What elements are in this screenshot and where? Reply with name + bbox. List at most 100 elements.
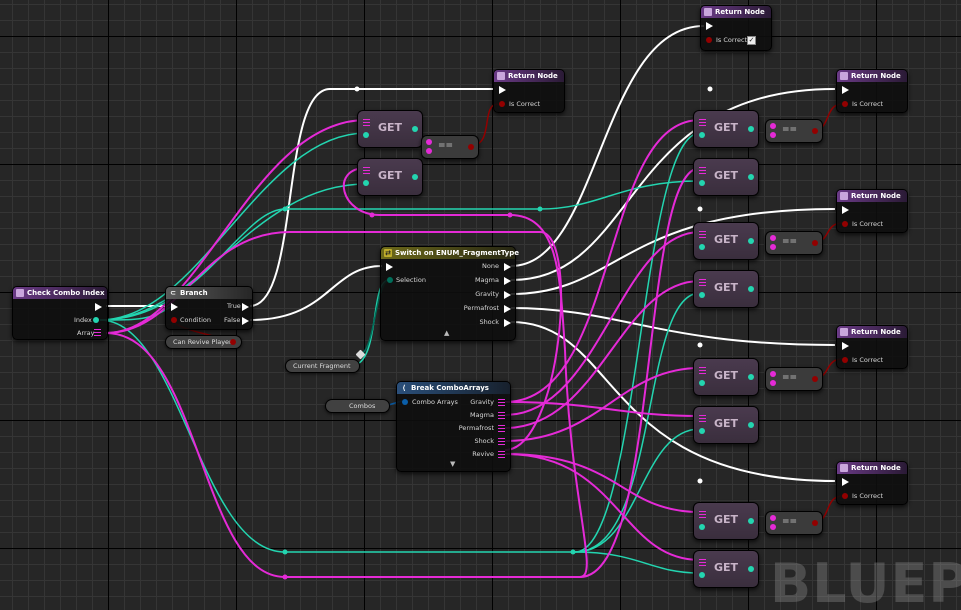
equals-a-pin[interactable]	[770, 515, 776, 521]
return-node[interactable]: Return Node Is Correct ✓	[700, 5, 772, 51]
combo-arrays-pin[interactable]	[402, 399, 408, 405]
get-index-pin[interactable]	[699, 132, 705, 138]
break-out-shock-pin[interactable]	[498, 438, 505, 445]
index-pin[interactable]	[93, 317, 99, 323]
get-output-pin[interactable]	[748, 374, 754, 380]
equals-b-pin[interactable]	[770, 380, 776, 386]
equals-out-pin[interactable]	[812, 240, 818, 246]
get-index-pin[interactable]	[363, 180, 369, 186]
switch-out-none-pin[interactable]	[504, 263, 511, 271]
get-array-pin[interactable]	[363, 167, 370, 174]
return-node[interactable]: Return Node Is Correct	[836, 69, 908, 113]
get-index-pin[interactable]	[699, 180, 705, 186]
combos-variable[interactable]: Combos	[325, 399, 390, 413]
get-array-pin[interactable]	[363, 119, 370, 126]
is-correct-pin[interactable]	[499, 101, 505, 107]
array-get-node[interactable]: GET	[693, 158, 759, 196]
equals-out-pin[interactable]	[812, 376, 818, 382]
array-get-node[interactable]: GET	[693, 550, 759, 588]
is-correct-pin[interactable]	[842, 493, 848, 499]
get-index-pin[interactable]	[699, 244, 705, 250]
equals-a-pin[interactable]	[770, 235, 776, 241]
equals-a-pin[interactable]	[770, 371, 776, 377]
equals-b-pin[interactable]	[770, 132, 776, 138]
equals-out-pin[interactable]	[812, 520, 818, 526]
get-index-pin[interactable]	[699, 524, 705, 530]
equals-out-pin[interactable]	[812, 128, 818, 134]
is-correct-pin[interactable]	[706, 37, 712, 43]
return-node[interactable]: Return Node Is Correct	[836, 189, 908, 233]
blueprint-graph[interactable]: Check Combo Index Index Array ⊂ Branch Co…	[0, 0, 961, 610]
get-array-pin[interactable]	[699, 511, 706, 518]
get-array-pin[interactable]	[699, 367, 706, 374]
get-index-pin[interactable]	[699, 572, 705, 578]
switch-out-magma-pin[interactable]	[504, 277, 511, 285]
get-array-pin[interactable]	[699, 415, 706, 422]
return-exec-in-pin[interactable]	[706, 22, 713, 30]
get-array-pin[interactable]	[699, 279, 706, 286]
get-array-pin[interactable]	[699, 119, 706, 126]
get-array-pin[interactable]	[699, 231, 706, 238]
equals-node[interactable]: ==	[421, 135, 479, 159]
equals-node[interactable]: ==	[765, 367, 823, 391]
get-output-pin[interactable]	[748, 238, 754, 244]
switch-exec-in-pin[interactable]	[386, 263, 393, 271]
get-output-pin[interactable]	[412, 126, 418, 132]
get-index-pin[interactable]	[699, 428, 705, 434]
equals-a-pin[interactable]	[770, 123, 776, 129]
get-index-pin[interactable]	[699, 292, 705, 298]
condition-pin[interactable]	[171, 317, 177, 323]
array-get-node[interactable]: GET	[693, 270, 759, 308]
is-correct-pin[interactable]	[842, 357, 848, 363]
get-output-pin[interactable]	[748, 174, 754, 180]
return-node[interactable]: Return Node Is Correct	[493, 69, 565, 113]
equals-a-pin[interactable]	[426, 139, 432, 145]
exec-out-pin[interactable]	[95, 303, 102, 311]
equals-out-pin[interactable]	[468, 144, 474, 150]
equals-node[interactable]: ==	[765, 231, 823, 255]
return-node[interactable]: Return Node Is Correct	[836, 461, 908, 505]
get-output-pin[interactable]	[748, 126, 754, 132]
switch-out-shock-pin[interactable]	[504, 319, 511, 327]
can-revive-player-variable[interactable]: Can Revive Player	[165, 335, 242, 349]
check-combo-index-node[interactable]: Check Combo Index Index Array	[12, 286, 108, 340]
current-fragment-variable[interactable]: Current Fragment	[285, 359, 360, 373]
true-exec-pin[interactable]	[242, 303, 249, 311]
break-out-revive-pin[interactable]	[498, 451, 505, 458]
expand-arrow-icon[interactable]: ▼	[450, 460, 455, 468]
break-out-gravity-pin[interactable]	[498, 399, 505, 406]
equals-b-pin[interactable]	[426, 148, 432, 154]
array-pin[interactable]	[94, 329, 101, 336]
return-node[interactable]: Return Node Is Correct	[836, 325, 908, 369]
array-get-node[interactable]: GET	[693, 502, 759, 540]
selection-pin[interactable]	[387, 277, 393, 283]
is-correct-pin[interactable]	[842, 101, 848, 107]
false-exec-pin[interactable]	[242, 317, 249, 325]
return-exec-in-pin[interactable]	[842, 478, 849, 486]
get-output-pin[interactable]	[748, 566, 754, 572]
collapse-arrow-icon[interactable]: ▲	[444, 329, 449, 337]
switch-node[interactable]: ⇄ Switch on ENUM_FragmentType Selection N…	[380, 246, 519, 341]
switch-out-permafrost-pin[interactable]	[504, 305, 511, 313]
array-get-node[interactable]: GET	[693, 222, 759, 260]
switch-out-gravity-pin[interactable]	[504, 291, 511, 299]
get-output-pin[interactable]	[748, 286, 754, 292]
get-index-pin[interactable]	[363, 132, 369, 138]
get-output-pin[interactable]	[412, 174, 418, 180]
return-exec-in-pin[interactable]	[842, 342, 849, 350]
break-out-permafrost-pin[interactable]	[498, 425, 505, 432]
equals-node[interactable]: ==	[765, 119, 823, 143]
return-exec-in-pin[interactable]	[499, 86, 506, 94]
get-array-pin[interactable]	[699, 167, 706, 174]
return-exec-in-pin[interactable]	[842, 206, 849, 214]
get-output-pin[interactable]	[748, 422, 754, 428]
break-out-magma-pin[interactable]	[498, 412, 505, 419]
get-index-pin[interactable]	[699, 380, 705, 386]
get-output-pin[interactable]	[748, 518, 754, 524]
get-array-pin[interactable]	[699, 559, 706, 566]
can-revive-player-pin[interactable]	[230, 339, 236, 345]
branch-node[interactable]: ⊂ Branch Condition True False	[165, 286, 253, 330]
equals-b-pin[interactable]	[770, 524, 776, 530]
array-get-node[interactable]: GET	[693, 358, 759, 396]
equals-b-pin[interactable]	[770, 244, 776, 250]
